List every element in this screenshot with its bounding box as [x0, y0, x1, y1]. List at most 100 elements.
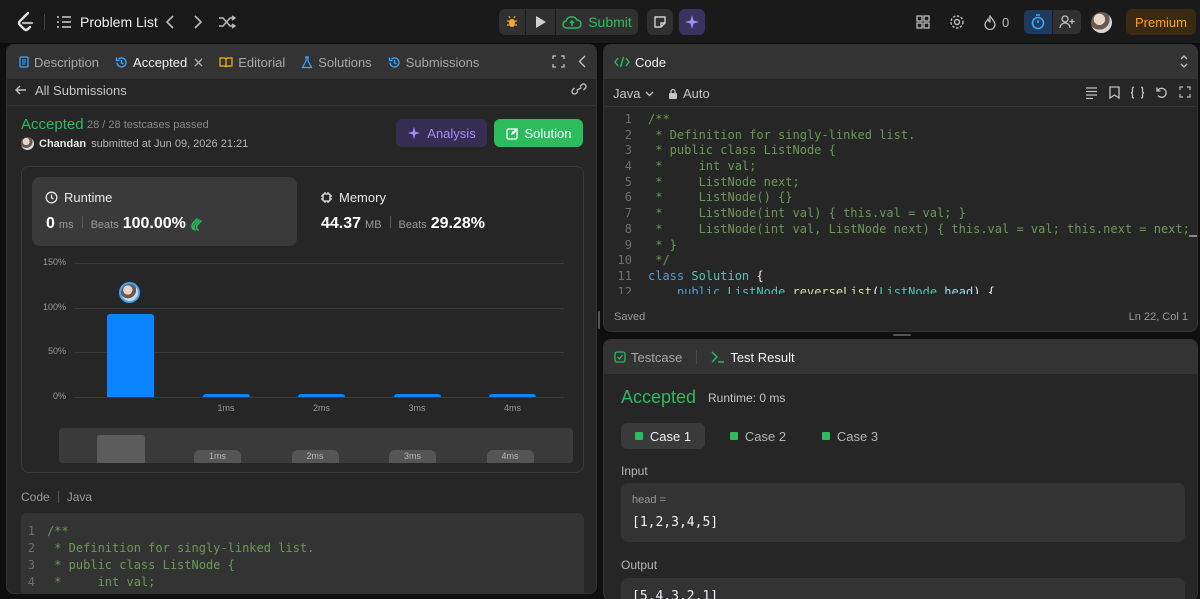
- code-editor-panel: Code Java Auto 1/** 2 * Definition for si…: [603, 44, 1198, 332]
- input-value: [1,2,3,4,5]: [632, 515, 719, 530]
- notes-button[interactable]: [647, 9, 673, 35]
- cursor-position: Ln 22, Col 1: [1128, 311, 1188, 323]
- mini-bar: [97, 435, 145, 463]
- user-name[interactable]: Chandan: [39, 138, 86, 150]
- expand-icon[interactable]: [1179, 55, 1189, 68]
- analysis-label: Analysis: [427, 125, 476, 141]
- solution-button[interactable]: Solution: [494, 119, 583, 147]
- code-tab-bar: Code: [604, 45, 1197, 79]
- chart-range-slider[interactable]: 1ms 2ms 3ms 4ms: [59, 428, 573, 463]
- x-tick-label: 4ms: [503, 403, 521, 413]
- testcases-passed: 28 / 28 testcases passed: [87, 119, 209, 131]
- maximize-icon[interactable]: [1179, 86, 1191, 98]
- chart-bar-0ms[interactable]: [107, 313, 154, 397]
- stopwatch-icon: [1031, 14, 1045, 30]
- tab-description-label: Description: [34, 54, 100, 70]
- chart-bar-2ms[interactable]: [298, 394, 345, 397]
- code-header-divider: [57, 491, 59, 503]
- y-tick-label: 150%: [42, 257, 66, 267]
- submission-status: Accepted: [21, 116, 84, 133]
- close-tab-icon[interactable]: [194, 58, 203, 67]
- collapse-panel-icon[interactable]: [578, 55, 586, 68]
- language-value: Java: [613, 86, 641, 101]
- runtime-distribution-chart: 150% 100% 50% 0% 1ms 2ms 3ms 4ms: [22, 167, 583, 472]
- left-tab-bar: Description Accepted Editorial Solutions…: [7, 45, 596, 79]
- braces-icon[interactable]: [1130, 86, 1145, 99]
- tab-test-result-label: Test Result: [730, 349, 795, 365]
- auto-mode-label: Auto: [683, 86, 710, 101]
- case-tab-1[interactable]: Case 1: [621, 423, 705, 449]
- user-avatar-small: [21, 137, 34, 150]
- case-tab-2[interactable]: Case 2: [716, 423, 800, 449]
- code-line: 11 class Solution {: [617, 268, 764, 283]
- horizontal-resize-handle[interactable]: [893, 334, 911, 336]
- top-navigation-bar: Problem List Submit 0 Premium: [0, 0, 1200, 44]
- submit-button[interactable]: Submit: [556, 9, 638, 35]
- tab-solutions[interactable]: Solutions: [293, 45, 379, 79]
- prev-problem-icon[interactable]: [160, 12, 180, 32]
- next-problem-icon[interactable]: [188, 12, 208, 32]
- analysis-button[interactable]: Analysis: [396, 119, 487, 147]
- tab-testcase-label: Testcase: [631, 349, 683, 365]
- code-language: Java: [66, 490, 93, 504]
- reset-icon[interactable]: [1155, 86, 1168, 99]
- case-tab-3[interactable]: Case 3: [808, 423, 892, 449]
- editor-scrollbar[interactable]: [1189, 235, 1197, 237]
- debug-button[interactable]: [499, 9, 525, 35]
- vertical-resize-handle[interactable]: [598, 311, 600, 329]
- run-button[interactable]: [526, 9, 555, 35]
- user-avatar[interactable]: [1091, 12, 1112, 33]
- fullscreen-icon[interactable]: [552, 55, 565, 68]
- chart-bar-3ms[interactable]: [393, 394, 441, 397]
- tab-submissions[interactable]: Submissions: [380, 45, 488, 79]
- y-tick-label: 100%: [42, 301, 66, 312]
- chart-bar-4ms[interactable]: [489, 394, 536, 397]
- submitted-time: submitted at Jun 09, 2026 21:21: [91, 137, 249, 150]
- tab-description[interactable]: Description: [11, 45, 107, 79]
- input-variable-name: head =: [632, 494, 666, 506]
- fire-icon: [984, 14, 996, 30]
- cloud-upload-icon: [562, 15, 582, 29]
- saved-status: Saved: [614, 311, 646, 323]
- format-icon[interactable]: [1085, 87, 1098, 99]
- streak-counter[interactable]: 0: [984, 13, 1009, 31]
- problem-list-button[interactable]: Problem List: [56, 11, 158, 33]
- case-2-label: Case 2: [744, 428, 787, 444]
- tab-editorial[interactable]: Editorial: [211, 45, 293, 79]
- mini-bar-label: 3ms: [389, 450, 436, 463]
- timer-button[interactable]: [1024, 10, 1052, 34]
- premium-button[interactable]: Premium: [1126, 9, 1196, 35]
- description-icon: [19, 56, 29, 68]
- language-select[interactable]: Java: [613, 86, 654, 101]
- code-line: 7 * ListNode(int val) { this.val = val; …: [624, 206, 966, 221]
- code-comment: * ListNode() {}: [648, 190, 793, 205]
- layout-icon[interactable]: [914, 13, 932, 31]
- leetcode-logo-icon[interactable]: [14, 11, 36, 33]
- tab-test-result[interactable]: Test Result: [711, 340, 795, 374]
- shuffle-icon[interactable]: [216, 12, 238, 32]
- invite-button[interactable]: [1053, 10, 1081, 34]
- output-box: [5,4,3,2,1]: [621, 578, 1185, 599]
- ai-assist-button[interactable]: [679, 9, 705, 35]
- grid-line: [75, 397, 564, 398]
- code-editor[interactable]: 1/** 2 * Definition for singly-linked lis…: [604, 110, 1187, 294]
- submit-label: Submit: [588, 14, 632, 30]
- settings-gear-icon[interactable]: [948, 13, 966, 31]
- my-result-avatar-marker[interactable]: [119, 282, 140, 303]
- auto-mode-toggle[interactable]: Auto: [668, 86, 710, 101]
- play-icon: [535, 15, 547, 29]
- tab-code-label: Code: [635, 54, 667, 70]
- x-tick-label: 2ms: [312, 403, 330, 413]
- bookmark-icon[interactable]: [1109, 86, 1120, 99]
- tab-code[interactable]: Code: [614, 45, 666, 79]
- tab-testcase[interactable]: Testcase: [614, 340, 682, 374]
- code-comment: /**: [648, 112, 670, 126]
- code-comment: * public class ListNode {: [648, 143, 836, 158]
- all-submissions-link[interactable]: All Submissions: [15, 82, 127, 98]
- case-3-label: Case 3: [836, 428, 879, 444]
- tab-accepted[interactable]: Accepted: [107, 45, 211, 79]
- submission-meta: Chandan submitted at Jun 09, 2026 21:21: [21, 137, 248, 150]
- bug-icon: [505, 15, 519, 29]
- chart-bar-1ms[interactable]: [202, 394, 250, 397]
- share-link-icon[interactable]: [571, 82, 587, 96]
